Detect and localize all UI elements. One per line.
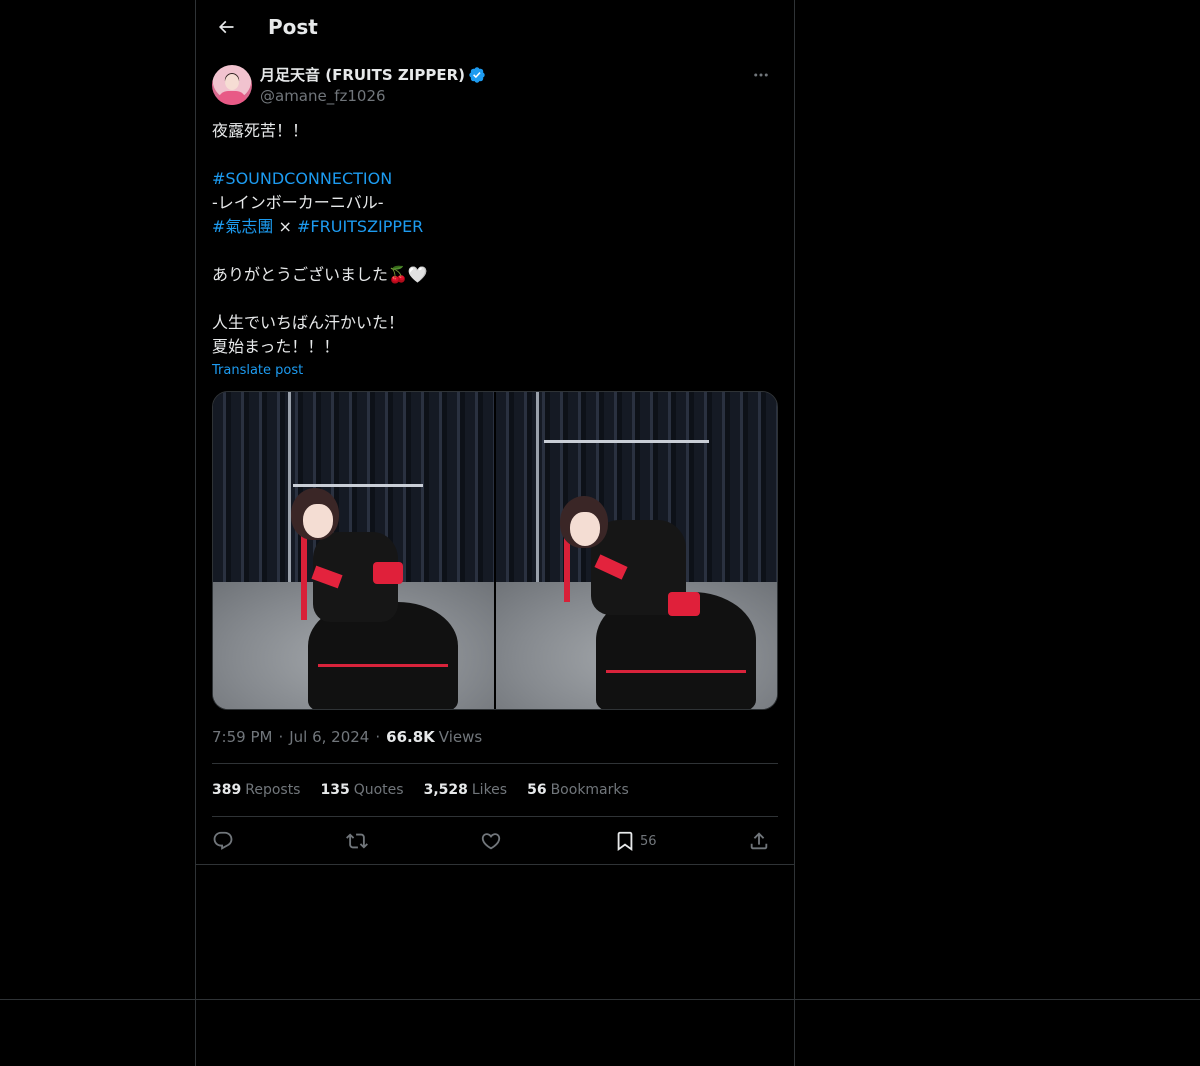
post-text-line: 夜露死苦！！ xyxy=(212,121,309,140)
engagement-stats: 389 Reposts 135 Quotes 3,528 Likes 56 Bookma… xyxy=(212,780,629,800)
divider xyxy=(0,999,1200,1000)
post-date[interactable]: Jul 6, 2024 xyxy=(289,727,369,747)
more-options-button[interactable] xyxy=(744,64,778,86)
divider xyxy=(196,864,794,865)
author-display-name[interactable]: 月足天音 (FRUITS ZIPPER) xyxy=(260,64,465,86)
translate-post-link[interactable]: Translate post xyxy=(212,361,303,381)
quotes-stat[interactable]: 135 Quotes xyxy=(320,780,403,800)
post-time[interactable]: 7:59 PM xyxy=(212,727,272,747)
post-photo-2[interactable] xyxy=(496,392,777,709)
reply-button[interactable] xyxy=(212,826,234,856)
media-grid xyxy=(212,391,778,710)
post-text-line: ありがとうございました🍒🤍 xyxy=(212,265,428,284)
back-button[interactable] xyxy=(208,9,244,45)
verified-badge-icon[interactable] xyxy=(468,66,486,84)
meta-separator: · xyxy=(375,728,381,746)
bookmarks-stat[interactable]: 56 Bookmarks xyxy=(527,780,629,800)
repost-button[interactable] xyxy=(346,826,368,856)
post-photo-1[interactable] xyxy=(213,392,494,709)
page-title: Post xyxy=(268,15,318,39)
views-label[interactable]: Views xyxy=(439,727,482,747)
hashtag-link[interactable]: #SOUNDCONNECTION xyxy=(212,169,392,188)
bookmark-button[interactable]: 56 xyxy=(614,826,657,856)
share-icon xyxy=(750,832,768,850)
post-text-separator: × xyxy=(273,217,297,236)
primary-column: Post 月足天音 (FRUITS ZIPPER) @amane_fz1026 xyxy=(195,0,795,1066)
repost-icon xyxy=(346,833,368,849)
arrow-left-icon xyxy=(218,20,234,34)
more-horizontal-icon xyxy=(754,73,768,77)
hashtag-link[interactable]: #氣志團 xyxy=(212,217,273,236)
post-text-line: -レインボーカーニバル- xyxy=(212,193,384,212)
divider xyxy=(212,763,778,764)
views-count[interactable]: 66.8K xyxy=(386,727,435,747)
bookmark-icon xyxy=(617,831,633,852)
post-text-line: 人生でいちばん汗かいた！ xyxy=(212,313,405,332)
avatar[interactable] xyxy=(212,65,252,105)
bookmark-count: 56 xyxy=(640,833,657,849)
post-author: 月足天音 (FRUITS ZIPPER) @amane_fz1026 xyxy=(212,64,778,108)
author-names: 月足天音 (FRUITS ZIPPER) @amane_fz1026 xyxy=(260,64,486,106)
author-handle[interactable]: @amane_fz1026 xyxy=(260,86,486,106)
reply-icon xyxy=(213,831,233,850)
post-meta: 7:59 PM · Jul 6, 2024 · 66.8K Views xyxy=(212,727,482,747)
heart-icon xyxy=(481,833,501,850)
hashtag-link[interactable]: #FRUITSZIPPER xyxy=(297,217,423,236)
share-button[interactable] xyxy=(748,826,770,856)
reposts-stat[interactable]: 389 Reposts xyxy=(212,780,300,800)
post-text: 夜露死苦！！ #SOUNDCONNECTION -レインボーカーニバル- #氣志… xyxy=(212,119,778,359)
post-text-line: 夏始まった！！！ xyxy=(212,337,340,356)
post-actions: 56 xyxy=(212,826,778,856)
meta-separator: · xyxy=(278,728,284,746)
likes-stat[interactable]: 3,528 Likes xyxy=(424,780,508,800)
like-button[interactable] xyxy=(480,826,502,856)
divider xyxy=(212,816,778,817)
page-header: Post xyxy=(196,0,794,54)
